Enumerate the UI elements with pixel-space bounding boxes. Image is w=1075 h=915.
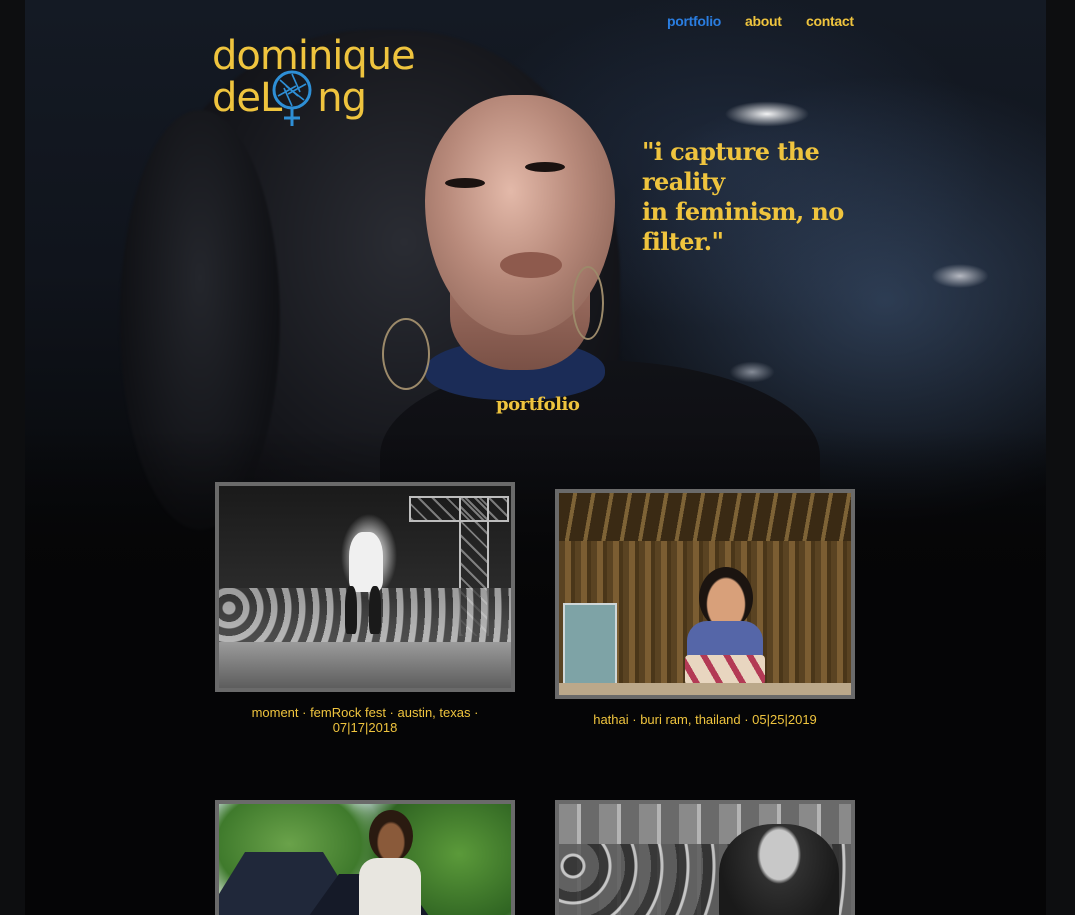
photo-dancer-leg xyxy=(345,586,357,634)
brand-logo[interactable]: dominique deL ng xyxy=(212,30,416,134)
photo-stage-floor xyxy=(219,642,511,688)
photo-crowd xyxy=(219,588,511,648)
nav-link-portfolio[interactable]: portfolio xyxy=(667,13,721,29)
photo-child-head xyxy=(369,810,413,862)
caption-line: hathai · buri ram, thailand · 05|25|2019 xyxy=(593,712,817,727)
hero-quote: "i capture the reality in feminism, no f… xyxy=(642,137,862,257)
nav-link-about[interactable]: about xyxy=(745,13,782,29)
hero-quote-line: reality xyxy=(642,167,725,196)
left-gutter xyxy=(0,0,25,915)
brand-name-last-suffix: ng xyxy=(317,75,367,121)
photo-child-body xyxy=(359,858,421,915)
gallery-caption-femrock: moment · femRock fest · austin, texas · … xyxy=(215,705,515,735)
hero-subject-eye-right xyxy=(525,162,565,172)
main-nav: portfolio about contact xyxy=(0,13,1075,33)
hero-quote-line: filter." xyxy=(642,227,724,256)
gallery-photo-femrock[interactable] xyxy=(215,482,515,692)
gallery-caption-hathai: hathai · buri ram, thailand · 05|25|2019 xyxy=(555,712,855,727)
photo-girl-head xyxy=(699,567,753,629)
hero-subject-eye-left xyxy=(445,178,485,188)
photo-girl-skirt xyxy=(685,655,765,685)
photo-hut-roof xyxy=(559,493,851,541)
hero-quote-line: in feminism, no xyxy=(642,197,844,226)
caption-line: moment · femRock fest · austin, texas · xyxy=(251,705,479,720)
page: portfolio about contact dominique deL ng … xyxy=(0,0,1075,915)
nav-link-contact[interactable]: contact xyxy=(806,13,854,29)
caption-line: 07|17|2018 xyxy=(332,720,398,735)
hero-fade xyxy=(25,430,1046,620)
right-gutter xyxy=(1046,0,1075,915)
hero-subject-earring-right xyxy=(572,266,604,340)
photo-dancer-leg xyxy=(369,586,381,634)
section-title-text: portfolio xyxy=(496,394,580,415)
hero-quote-line: "i capture the xyxy=(642,137,820,166)
photo-man xyxy=(719,824,839,915)
gallery-photo-festival[interactable] xyxy=(215,800,515,915)
photo-stage-truss-top xyxy=(409,496,509,522)
gallery-photo-hathai[interactable] xyxy=(555,489,855,699)
hero-subject-earring-left xyxy=(382,318,430,390)
aperture-female-icon xyxy=(272,70,312,126)
photo-dancer xyxy=(349,532,383,592)
photo-hut-floor xyxy=(559,683,851,695)
photo-hut-fridge xyxy=(563,603,617,693)
hero-subject-lips xyxy=(500,252,562,278)
gallery-photo-crowd[interactable] xyxy=(555,800,855,915)
